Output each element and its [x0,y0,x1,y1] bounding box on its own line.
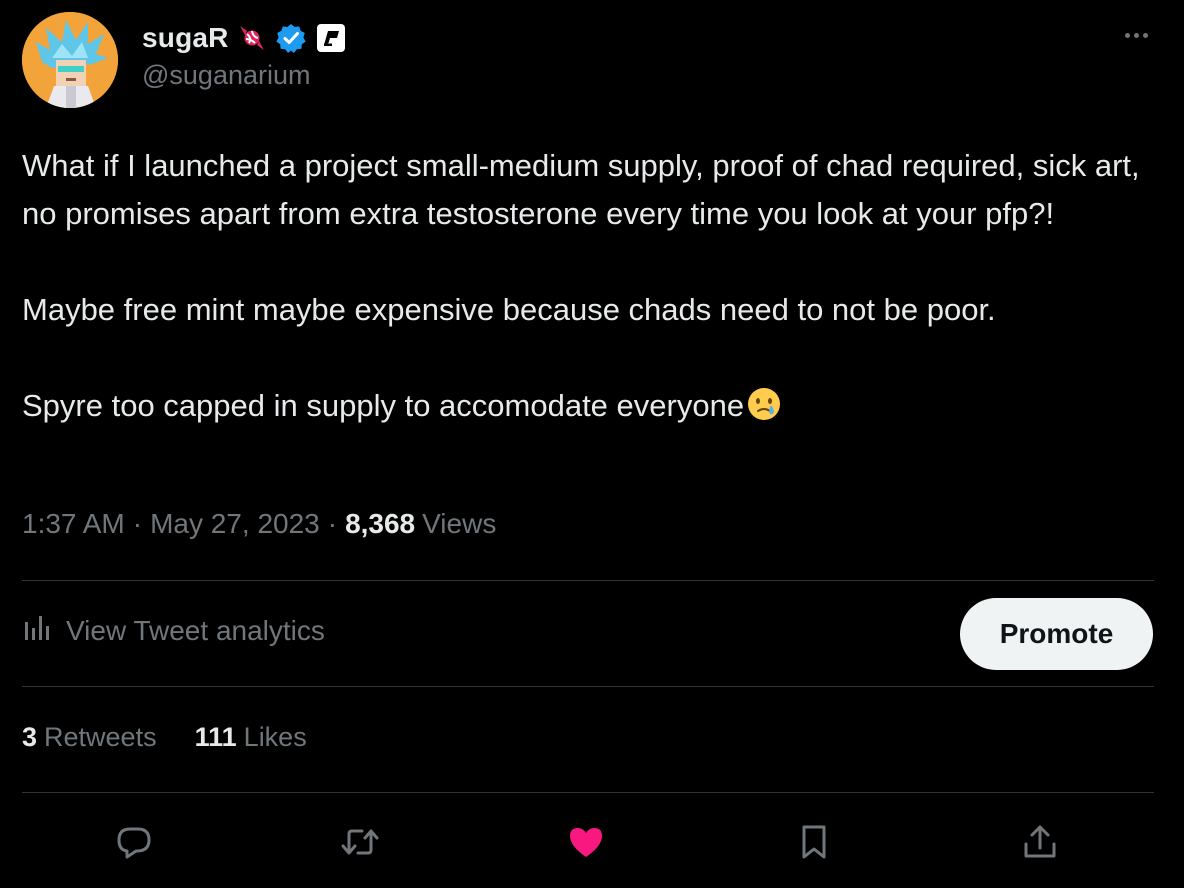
tweet-detail: sugaR @suganarium What if I launched a p… [0,0,1184,888]
divider [22,792,1154,793]
share-button[interactable] [1014,816,1066,868]
author-display-name[interactable]: sugaR [142,22,229,54]
bookmark-button[interactable] [788,816,840,868]
crying-face-emoji-icon [746,386,782,436]
avatar-image [22,12,118,108]
author-handle[interactable]: @suganarium [142,60,311,91]
retweets-stat[interactable]: 3 Retweets [22,722,157,753]
analytics-bars-icon [22,612,54,649]
retweet-button[interactable] [334,816,386,868]
likes-count: 111 [194,722,237,752]
avatar[interactable] [22,12,118,108]
author-name-row: sugaR [142,18,347,58]
reply-button[interactable] [108,816,160,868]
divider [22,686,1154,687]
tweet-paragraph-text: Spyre too capped in supply to accomodate… [22,388,745,423]
tweet-paragraph: Spyre too capped in supply to accomodate… [22,382,1152,436]
tweet-paragraph: Maybe free mint maybe expensive because … [22,292,996,327]
heart-icon [570,828,602,857]
more-options-icon[interactable] [1116,18,1156,52]
like-button[interactable] [560,816,612,868]
views-count: 8,368 [345,508,416,539]
tweet-text: What if I launched a project small-mediu… [22,142,1152,436]
retweets-count: 3 [22,722,38,752]
candy-icon [237,23,267,53]
meta-separator: · [132,508,143,539]
tweet-time[interactable]: 1:37 AM [22,508,125,540]
reply-icon [117,827,151,859]
view-analytics-link[interactable]: View Tweet analytics [22,612,325,649]
promote-button[interactable]: Promote [960,598,1153,670]
tweet-meta: 1:37 AM · May 27, 2023 · 8,368 Views [22,508,496,540]
verified-badge-icon[interactable] [275,22,307,54]
engagement-stats: 3 Retweets 111 Likes [22,722,307,753]
tweet-paragraph: What if I launched a project small-mediu… [22,148,1140,231]
likes-label: Likes [243,722,307,752]
meta-separator: · [327,508,338,539]
share-icon [1024,825,1056,858]
retweet-icon [341,829,379,855]
affiliate-badge-icon[interactable] [315,22,347,54]
likes-stat[interactable]: 111 Likes [195,722,307,753]
divider [22,580,1154,581]
bookmark-icon [802,825,826,859]
view-analytics-label: View Tweet analytics [66,614,325,646]
retweets-label: Retweets [44,722,157,752]
views-label: Views [422,508,497,539]
tweet-date[interactable]: May 27, 2023 [150,508,320,540]
